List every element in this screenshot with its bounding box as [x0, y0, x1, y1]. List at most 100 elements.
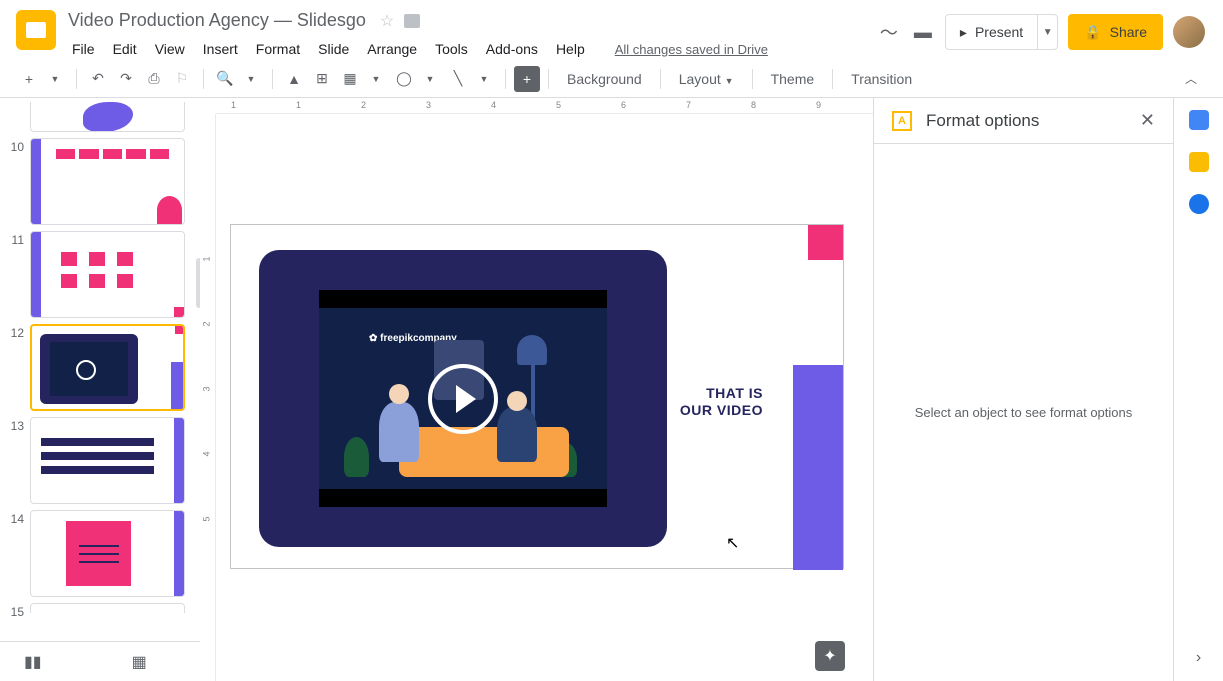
separator — [832, 69, 833, 89]
background-button[interactable]: Background — [557, 71, 652, 87]
tasks-icon[interactable] — [1189, 194, 1209, 214]
menu-slide[interactable]: Slide — [310, 37, 357, 61]
separator — [203, 69, 204, 89]
separator — [505, 69, 506, 89]
share-button[interactable]: 🔒 Share — [1068, 14, 1163, 50]
redo-button[interactable]: ↷ — [113, 66, 139, 92]
present-button[interactable]: ▸ Present ▼ — [945, 14, 1058, 50]
comments-icon[interactable]: ▬ — [911, 20, 935, 44]
slide-thumbnail-12[interactable] — [30, 324, 185, 411]
line-tool[interactable]: ╲ — [445, 66, 471, 92]
slide-thumbnail-13[interactable] — [30, 417, 185, 504]
menu-addons[interactable]: Add-ons — [478, 37, 546, 61]
transition-button[interactable]: Transition — [841, 71, 922, 87]
thumb-number: 10 — [8, 138, 24, 154]
filmstrip-view-icon[interactable]: ▮▮ — [24, 652, 42, 672]
format-panel-title: Format options — [926, 111, 1126, 131]
layout-label: Layout — [679, 71, 721, 87]
menu-view[interactable]: View — [147, 37, 193, 61]
ruler-horizontal: 1123456789 — [216, 98, 873, 114]
format-panel-placeholder: Select an object to see format options — [874, 144, 1173, 681]
view-footer: ▮▮ ▦ — [0, 641, 200, 681]
title-area: Video Production Agency — Slidesgo ☆ Fil… — [64, 6, 877, 61]
select-tool[interactable]: ▲ — [281, 66, 307, 92]
lock-icon: 🔒 — [1084, 24, 1101, 41]
thumb-number — [8, 102, 24, 104]
menu-insert[interactable]: Insert — [195, 37, 246, 61]
grid-view-icon[interactable]: ▦ — [132, 652, 147, 672]
thumbnail-panel[interactable]: 10 11 12 13 14 15 ▮▮ ▦ — [0, 98, 200, 681]
new-slide-button[interactable]: + — [16, 66, 42, 92]
video-element[interactable]: ✿ freepikcompany — [259, 250, 667, 547]
share-label: Share — [1110, 24, 1147, 40]
slide-thumbnail-9[interactable] — [30, 102, 185, 132]
slide-thumbnail-15[interactable] — [30, 603, 185, 613]
shape-dropdown[interactable]: ▼ — [417, 66, 443, 92]
print-button[interactable]: ⎙ — [141, 66, 167, 92]
menu-format[interactable]: Format — [248, 37, 308, 61]
explore-button[interactable]: ✦ — [815, 641, 845, 671]
image-tool[interactable]: ▦ — [337, 66, 363, 92]
saved-status[interactable]: All changes saved in Drive — [615, 42, 768, 57]
layout-button[interactable]: Layout ▼ — [669, 71, 744, 87]
thumb-number: 12 — [8, 324, 24, 340]
thumb-number: 13 — [8, 417, 24, 433]
theme-button[interactable]: Theme — [761, 71, 825, 87]
textbox-tool[interactable]: ⊞ — [309, 66, 335, 92]
slide-title-text[interactable]: THAT IS OUR VIDEO — [680, 385, 763, 419]
menu-tools[interactable]: Tools — [427, 37, 476, 61]
menu-arrange[interactable]: Arrange — [359, 37, 425, 61]
paint-format-button[interactable]: ⚐ — [169, 66, 195, 92]
line-dropdown[interactable]: ▼ — [471, 66, 497, 92]
app-logo[interactable] — [16, 10, 56, 50]
slide-thumbnail-14[interactable] — [30, 510, 185, 597]
menu-bar: File Edit View Insert Format Slide Arran… — [64, 37, 877, 61]
activity-icon[interactable]: 〜 — [877, 20, 901, 44]
separator — [548, 69, 549, 89]
shape-tool[interactable]: ◯ — [391, 66, 417, 92]
slide-text-line2: OUR VIDEO — [680, 402, 763, 418]
side-panel: › — [1173, 98, 1223, 681]
zoom-button[interactable]: 🔍 — [212, 66, 238, 92]
format-panel-header: A Format options ✕ — [874, 98, 1173, 144]
slide-canvas[interactable]: ✿ freepikcompany THAT IS OUR VIDEO — [230, 224, 844, 569]
toolbar: +▼ ↶ ↷ ⎙ ⚐ 🔍▼ ▲ ⊞ ▦▼ ◯▼ ╲▼ + Background … — [0, 60, 1223, 98]
collapse-toolbar[interactable]: ︿ — [1175, 70, 1207, 87]
folder-icon[interactable] — [404, 14, 420, 28]
close-icon[interactable]: ✕ — [1140, 110, 1155, 131]
format-options-panel: A Format options ✕ Select an object to s… — [873, 98, 1173, 681]
expand-icon[interactable]: › — [1196, 649, 1201, 667]
calendar-icon[interactable] — [1189, 110, 1209, 130]
separator — [660, 69, 661, 89]
new-slide-dropdown[interactable]: ▼ — [42, 66, 68, 92]
menu-edit[interactable]: Edit — [105, 37, 145, 61]
separator — [752, 69, 753, 89]
canvas-area[interactable]: 1123456789 12345 ✿ freepikcompany — [200, 98, 873, 681]
image-dropdown[interactable]: ▼ — [363, 66, 389, 92]
decorative-shape[interactable] — [808, 225, 843, 260]
star-icon[interactable]: ☆ — [380, 11, 394, 31]
present-icon: ▸ — [960, 24, 967, 41]
header: Video Production Agency — Slidesgo ☆ Fil… — [0, 0, 1223, 60]
undo-button[interactable]: ↶ — [85, 66, 111, 92]
decorative-shape[interactable] — [793, 365, 843, 570]
menu-file[interactable]: File — [64, 37, 103, 61]
format-icon: A — [892, 111, 912, 131]
zoom-dropdown[interactable]: ▼ — [238, 66, 264, 92]
separator — [272, 69, 273, 89]
play-icon[interactable] — [428, 364, 498, 434]
keep-icon[interactable] — [1189, 152, 1209, 172]
slide-thumbnail-10[interactable] — [30, 138, 185, 225]
thumb-number: 11 — [8, 231, 24, 247]
present-dropdown[interactable]: ▼ — [1037, 15, 1057, 49]
document-title[interactable]: Video Production Agency — Slidesgo — [64, 8, 370, 33]
avatar[interactable] — [1173, 16, 1205, 48]
main: 10 11 12 13 14 15 ▮▮ ▦ 1123456789 12345 … — [0, 98, 1223, 681]
thumb-number: 15 — [8, 603, 24, 619]
slide-thumbnail-11[interactable] — [30, 231, 185, 318]
present-label: Present — [975, 24, 1023, 40]
slide-text-line1: THAT IS — [706, 385, 763, 401]
separator — [76, 69, 77, 89]
menu-help[interactable]: Help — [548, 37, 593, 61]
comment-button[interactable]: + — [514, 66, 540, 92]
